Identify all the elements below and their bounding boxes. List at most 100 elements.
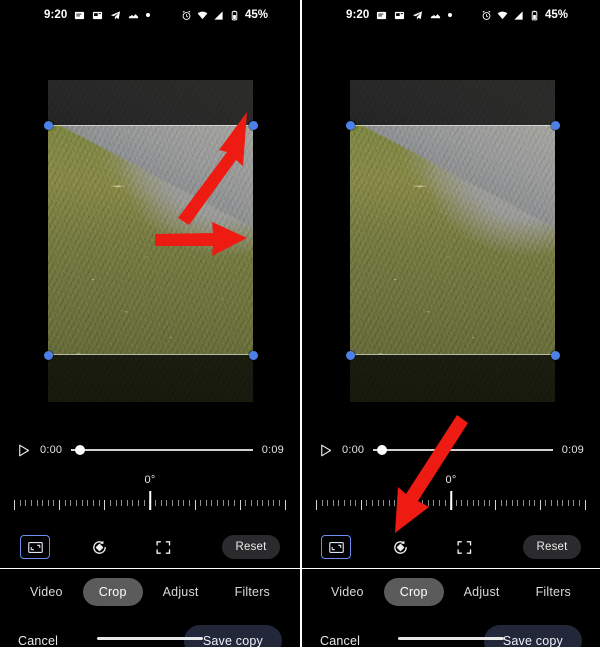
progress-thumb[interactable] (376, 445, 387, 455)
rotation-tick (550, 500, 552, 506)
battery-percent-right: 45% (544, 9, 568, 21)
current-time: 0:00 (40, 444, 63, 456)
home-indicator[interactable] (97, 637, 203, 640)
rotation-tick (433, 500, 435, 506)
home-indicator-right[interactable] (398, 637, 504, 640)
telegram-icon (111, 10, 121, 20)
rotation-tick (355, 500, 357, 506)
play-icon[interactable] (16, 443, 31, 458)
rotation-tick (461, 500, 463, 506)
tab-adjust[interactable]: Adjust (147, 578, 215, 606)
rotation-tick (578, 500, 580, 506)
rotation-tick (522, 500, 524, 506)
rotation-tick (121, 500, 123, 506)
battery-icon (531, 10, 538, 20)
total-time-right: 0:09 (561, 444, 584, 456)
rotation-tick (149, 500, 151, 510)
tab-crop[interactable]: Crop (82, 578, 143, 606)
rotation-tick (383, 500, 385, 506)
rotation-tick (228, 500, 230, 506)
reset-button-right[interactable]: Reset (523, 535, 581, 559)
rotation-tick (545, 500, 547, 506)
rotation-tick (467, 500, 469, 506)
battery-percent: 45% (244, 9, 268, 21)
rotate-button-right[interactable] (385, 535, 415, 559)
editor-tabs: Video Crop Adjust Filters (0, 569, 300, 615)
wifi-icon (497, 11, 508, 19)
rotation-tick (64, 500, 66, 506)
alarm-icon (482, 10, 491, 20)
rotation-tick (262, 500, 264, 506)
panel-before: 9:20 45% 0:00 0:09 0° Reset Video Crop A… (0, 0, 300, 647)
progress-line (373, 449, 553, 451)
progress-track[interactable] (71, 443, 253, 457)
rotation-tick (439, 500, 441, 506)
rotation-tick (36, 500, 38, 506)
wifi-icon (197, 11, 208, 19)
rotation-tick (143, 500, 145, 506)
status-bar-right-icons-right: 45% (481, 9, 568, 21)
reset-button[interactable]: Reset (222, 535, 280, 559)
tab-video[interactable]: Video (14, 578, 79, 606)
transform-icon (156, 540, 171, 554)
tab-adjust-right[interactable]: Adjust (448, 578, 516, 606)
telegram-icon (413, 10, 423, 20)
rotation-tick (360, 500, 362, 510)
rotation-tick (87, 500, 89, 506)
rock-texture (350, 80, 555, 402)
rotation-tick (567, 500, 569, 506)
save-copy-button-right[interactable]: Save copy (483, 625, 582, 647)
message-icon (75, 11, 85, 19)
cancel-button-right[interactable]: Cancel (320, 634, 360, 647)
cancel-button[interactable]: Cancel (18, 634, 58, 647)
transform-button-right[interactable] (449, 535, 479, 559)
gallery-icon (431, 13, 441, 18)
progress-line (71, 449, 253, 451)
aspect-ratio-button[interactable] (20, 535, 51, 559)
rotation-tick (279, 500, 281, 506)
rotate-icon (93, 540, 106, 554)
rotation-tick (59, 500, 61, 510)
save-copy-button[interactable]: Save copy (183, 625, 282, 647)
aspect-ratio-button-right[interactable] (321, 535, 352, 559)
tab-video-right[interactable]: Video (315, 578, 380, 606)
video-frame-image (48, 80, 253, 402)
rotation-ticks (316, 500, 586, 511)
status-time: 9:20 (44, 9, 68, 21)
tab-crop-right[interactable]: Crop (383, 578, 444, 606)
status-time-right: 9:20 (346, 9, 370, 21)
rotate-button[interactable] (84, 535, 114, 559)
rotation-tick (104, 500, 106, 510)
aspect-ratio-icon (28, 541, 43, 553)
video-preview[interactable] (0, 30, 300, 430)
progress-track-right[interactable] (373, 443, 553, 457)
rotation-tick (321, 500, 323, 506)
rotation-tick (534, 500, 536, 506)
rotation-dial[interactable]: 0° (0, 470, 300, 526)
rotation-tick (349, 500, 351, 506)
current-time-right: 0:00 (342, 444, 365, 456)
rotation-tick (115, 500, 117, 506)
rotation-tick (511, 500, 513, 506)
video-preview-right[interactable] (302, 30, 600, 430)
rotation-tick (500, 500, 502, 506)
rotation-tick (327, 500, 329, 506)
play-icon[interactable] (318, 443, 333, 458)
transform-button[interactable] (148, 535, 178, 559)
rotation-dial-right[interactable]: 0° (302, 470, 600, 526)
progress-thumb[interactable] (74, 445, 85, 455)
rock-texture (48, 80, 253, 402)
editor-tabs-right: Video Crop Adjust Filters (302, 569, 600, 615)
tab-filters-right[interactable]: Filters (520, 578, 587, 606)
rotation-tick (171, 500, 173, 506)
video-frame-right (350, 80, 555, 402)
rotation-tick (517, 500, 519, 506)
rotation-tick (528, 500, 530, 506)
rotation-tick (455, 500, 457, 506)
comparison-stage: 9:20 45% 0:00 0:09 0° Reset Video Crop A… (0, 0, 600, 647)
status-bar-right: 9:20 45% (302, 0, 600, 30)
alarm-icon (182, 10, 191, 20)
tab-filters[interactable]: Filters (219, 578, 286, 606)
rotation-tick (245, 500, 247, 506)
rotation-tick (411, 500, 413, 506)
